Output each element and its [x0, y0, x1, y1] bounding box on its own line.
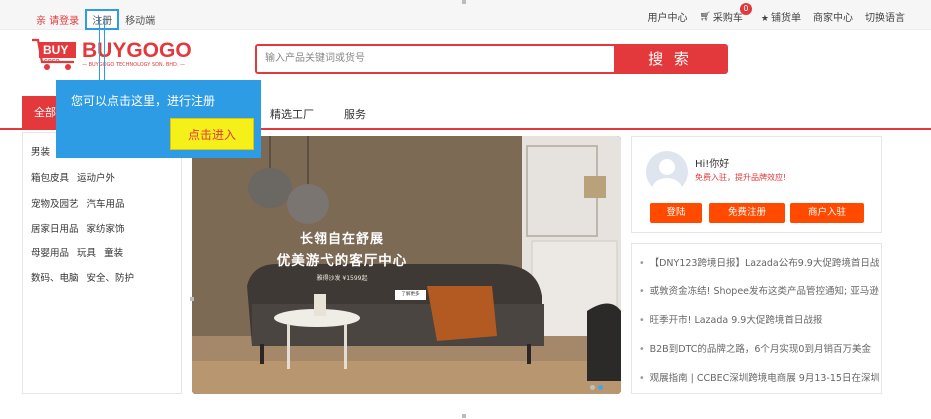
cart-icon: 🛒︎: [699, 11, 711, 22]
login-link[interactable]: 亲 请登录: [36, 12, 79, 27]
star-icon: ★: [760, 14, 769, 24]
merchant-center-link[interactable]: 商家中心: [813, 9, 853, 24]
news-item-text: 或敦资金冻结! Shopee发布这类产品管控通知; 亚马逊: [649, 286, 879, 297]
category-item[interactable]: 数码、电脑: [31, 273, 79, 284]
user-panel: Hi!你好 免费入驻，提升品牌效应! 登陆 免费注册 商户入驻: [631, 136, 882, 233]
page: 亲 请登录 注册 移动端 用户中心 🛒︎ 采购车 0 ★ 铺货单 商家中心 切换语…: [0, 0, 931, 419]
category-item[interactable]: 安全、防护: [87, 273, 135, 284]
news-item[interactable]: • 观展指南 | CCBEC深圳跨境电商展 9月13-15日在深圳: [639, 370, 879, 384]
register-button[interactable]: 免费注册: [709, 203, 785, 223]
category-item[interactable]: 居家日用品: [31, 224, 79, 235]
news-item[interactable]: • 或敦资金冻结! Shopee发布这类产品管控通知; 亚马逊: [639, 283, 879, 297]
site-logo[interactable]: BUY GOGO BUY GOGO — BUYGOGO TECHNOLOGY SD…: [30, 36, 192, 74]
shop-list-label: 铺货单: [771, 13, 801, 24]
banner-cta-button[interactable]: 了解更多: [395, 290, 426, 300]
category-item[interactable]: 宠物及园艺: [31, 199, 79, 210]
logo-cart-icon: BUY GOGO: [32, 38, 76, 70]
category-row: 宠物及园艺 汽车用品: [31, 196, 130, 210]
nav-item-service[interactable]: 服务: [344, 106, 366, 122]
search-button[interactable]: 搜 索: [614, 46, 726, 72]
user-promo: 免费入驻，提升品牌效应!: [695, 173, 787, 182]
logo-subtitle: — BUYGOGO TECHNOLOGY SDN. BHD. —: [82, 62, 186, 68]
avatar: [646, 151, 688, 193]
category-item[interactable]: 汽车用品: [87, 199, 125, 210]
news-item-text: 旺季开市! Lazada 9.9大促跨境首日战报: [649, 315, 823, 326]
category-row: 男装: [31, 144, 55, 158]
cart-link[interactable]: 🛒︎ 采购车 0: [699, 3, 752, 24]
banner-headline: 长翎自在舒展: [299, 232, 384, 247]
tooltip-connector: [99, 18, 105, 82]
category-item[interactable]: 箱包皮具: [31, 173, 69, 184]
news-item-text: 观展指南 | CCBEC深圳跨境电商展 9月13-15日在深圳: [649, 373, 879, 384]
login-button[interactable]: 登陆: [650, 203, 702, 223]
mobile-link[interactable]: 移动端: [125, 12, 155, 27]
shop-list-link[interactable]: ★ 铺货单: [761, 9, 801, 24]
news-item[interactable]: • B2B到DTC的品牌之路，6个月实现0到月销百万美金: [639, 341, 879, 355]
banner-subheadline: 优美游弋的客厅中心: [276, 253, 408, 269]
top-bar-right: 用户中心 🛒︎ 采购车 0 ★ 铺货单 商家中心 切换语言: [647, 3, 905, 24]
banner-price: 雅得沙发 ¥1599起: [316, 275, 368, 282]
nav-item-factory[interactable]: 精选工厂: [270, 106, 314, 122]
search-input[interactable]: 输入产品关键词或货号: [257, 46, 614, 72]
category-item[interactable]: 母婴用品: [31, 248, 69, 259]
news-item-text: B2B到DTC的品牌之路，6个月实现0到月销百万美金: [649, 344, 871, 355]
category-row: 数码、电脑 安全、防护: [31, 270, 139, 284]
hero-banner[interactable]: 长翎自在舒展 优美游弋的客厅中心 雅得沙发 ¥1599起 了解更多: [192, 136, 621, 394]
top-bar: 亲 请登录 注册 移动端 用户中心 🛒︎ 采购车 0 ★ 铺货单 商家中心 切换语…: [0, 0, 931, 30]
carousel-dot[interactable]: [590, 385, 595, 390]
news-item[interactable]: • 【DNY123跨境日报】Lazada公布9.9大促跨境首日战报: [639, 255, 879, 269]
category-row: 箱包皮具 运动户外: [31, 170, 120, 184]
category-row: 居家日用品 家纺家饰: [31, 221, 130, 235]
category-item[interactable]: 童装: [104, 248, 123, 259]
user-greeting: Hi!你好: [695, 159, 730, 170]
logo-cart-text: BUY: [43, 43, 68, 57]
user-center-link[interactable]: 用户中心: [647, 9, 687, 24]
category-item[interactable]: 家纺家饰: [87, 224, 125, 235]
language-switch[interactable]: 切换语言: [865, 9, 905, 24]
carousel-prev-handle[interactable]: [190, 297, 194, 301]
avatar-placeholder-icon: [652, 159, 682, 193]
tooltip-enter-button[interactable]: 点击进入: [170, 118, 254, 150]
category-item[interactable]: 男装: [31, 147, 50, 158]
news-item-text: 【DNY123跨境日报】Lazada公布9.9大促跨境首日战报: [649, 258, 879, 269]
logo-cart-text-2: GOGO: [44, 59, 60, 65]
category-row: 母婴用品 玩具 童装: [31, 245, 128, 259]
window-handle-bottom: [462, 414, 466, 418]
tooltip-text: 您可以点击这里，进行注册: [71, 94, 216, 108]
cart-label: 采购车: [712, 13, 743, 24]
news-list: • 【DNY123跨境日报】Lazada公布9.9大促跨境首日战报 • 或敦资金冻结…: [631, 243, 882, 394]
merchant-join-button[interactable]: 商户入驻: [790, 203, 864, 223]
news-item[interactable]: • 旺季开市! Lazada 9.9大促跨境首日战报: [639, 312, 879, 326]
search-bar: 输入产品关键词或货号 搜 索: [255, 44, 728, 74]
cart-count-badge: 0: [739, 3, 752, 15]
category-item[interactable]: 运动户外: [77, 173, 115, 184]
category-list: 男装 箱包皮具 运动户外 宠物及园艺 汽车用品 居家日用品 家纺家饰 母婴用品 …: [22, 132, 182, 394]
carousel-dot-active[interactable]: [598, 385, 603, 390]
window-handle-top: [462, 0, 466, 4]
register-tooltip: 您可以点击这里，进行注册 点击进入: [56, 80, 261, 158]
top-bar-left: 亲 请登录 注册 移动端: [36, 9, 155, 30]
category-item[interactable]: 玩具: [77, 248, 96, 259]
carousel-dots: [590, 385, 603, 390]
